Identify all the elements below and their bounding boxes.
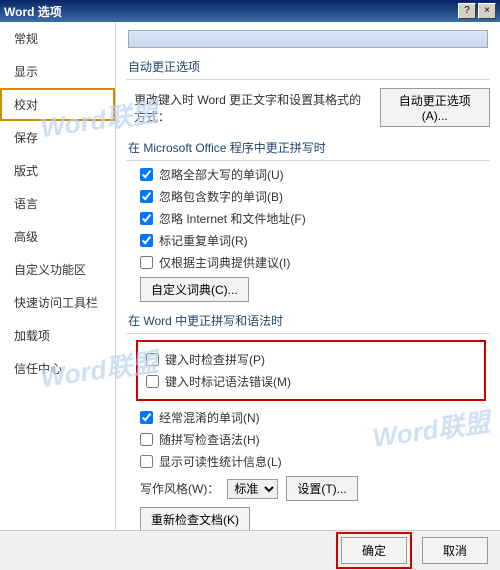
writing-style-select[interactable]: 标准 xyxy=(227,479,278,499)
sidebar-item-language[interactable]: 语言 xyxy=(0,187,115,220)
sidebar: 常规 显示 校对 保存 版式 语言 高级 自定义功能区 快速访问工具栏 加载项 … xyxy=(0,22,116,530)
sidebar-item-addins[interactable]: 加载项 xyxy=(0,319,115,352)
readability-label: 显示可读性统计信息(L) xyxy=(159,453,282,470)
close-button[interactable]: × xyxy=(478,3,496,19)
main-dict-only-label: 仅根据主词典提供建议(I) xyxy=(159,254,290,271)
flag-repeated-label: 标记重复单词(R) xyxy=(159,232,248,249)
dialog-body: 常规 显示 校对 保存 版式 语言 高级 自定义功能区 快速访问工具栏 加载项 … xyxy=(0,22,500,530)
autocorrect-row: 更改键入时 Word 更正文字和设置其格式的方式： 自动更正选项(A)... xyxy=(134,88,490,127)
titlebar: Word 选项 ? × xyxy=(0,0,500,22)
readability-checkbox[interactable] xyxy=(140,455,153,468)
ignore-uppercase-checkbox[interactable] xyxy=(140,168,153,181)
sidebar-item-proofing[interactable]: 校对 xyxy=(0,88,115,121)
sidebar-item-customize-ribbon[interactable]: 自定义功能区 xyxy=(0,253,115,286)
sidebar-item-qat[interactable]: 快速访问工具栏 xyxy=(0,286,115,319)
ignore-uppercase-label: 忽略全部大写的单词(U) xyxy=(159,166,284,183)
check-spelling-checkbox[interactable] xyxy=(146,353,159,366)
dialog-title: Word 选项 xyxy=(4,3,62,20)
cancel-button[interactable]: 取消 xyxy=(422,537,488,564)
mark-grammar-label: 键入时标记语法错误(M) xyxy=(165,373,291,390)
sidebar-item-layout[interactable]: 版式 xyxy=(0,154,115,187)
flag-repeated-checkbox[interactable] xyxy=(140,234,153,247)
autocorrect-options-button[interactable]: 自动更正选项(A)... xyxy=(380,88,490,127)
confused-words-label: 经常混淆的单词(N) xyxy=(159,409,260,426)
sidebar-item-trust[interactable]: 信任中心 xyxy=(0,352,115,385)
ignore-numbers-checkbox[interactable] xyxy=(140,190,153,203)
titlebar-buttons: ? × xyxy=(458,3,496,19)
mark-grammar-checkbox[interactable] xyxy=(146,375,159,388)
sidebar-item-save[interactable]: 保存 xyxy=(0,121,115,154)
check-spelling-label: 键入时检查拼写(P) xyxy=(165,351,265,368)
ignore-internet-checkbox[interactable] xyxy=(140,212,153,225)
section-office-title: 在 Microsoft Office 程序中更正拼写时 xyxy=(126,135,490,161)
main-dict-only-checkbox[interactable] xyxy=(140,256,153,269)
spell-highlight-box: 键入时检查拼写(P) 键入时标记语法错误(M) xyxy=(136,340,486,401)
section-icon-strip xyxy=(128,30,488,48)
sidebar-item-advanced[interactable]: 高级 xyxy=(0,220,115,253)
ignore-internet-label: 忽略 Internet 和文件地址(F) xyxy=(159,210,306,227)
settings-button[interactable]: 设置(T)... xyxy=(286,476,357,501)
grammar-with-spelling-checkbox[interactable] xyxy=(140,433,153,446)
sidebar-item-display[interactable]: 显示 xyxy=(0,55,115,88)
sidebar-item-general[interactable]: 常规 xyxy=(0,22,115,55)
section-word-title: 在 Word 中更正拼写和语法时 xyxy=(126,308,490,334)
writing-style-label: 写作风格(W)： xyxy=(140,480,219,497)
recheck-button[interactable]: 重新检查文档(K) xyxy=(140,507,250,530)
help-button[interactable]: ? xyxy=(458,3,476,19)
ok-highlight: 确定 xyxy=(336,532,412,569)
ok-button[interactable]: 确定 xyxy=(341,537,407,564)
content-pane: 自动更正选项 更改键入时 Word 更正文字和设置其格式的方式： 自动更正选项(… xyxy=(116,22,500,530)
autocorrect-desc: 更改键入时 Word 更正文字和设置其格式的方式： xyxy=(134,91,372,125)
custom-dict-button[interactable]: 自定义词典(C)... xyxy=(140,277,249,302)
confused-words-checkbox[interactable] xyxy=(140,411,153,424)
ignore-numbers-label: 忽略包含数字的单词(B) xyxy=(159,188,283,205)
section-autocorrect-title: 自动更正选项 xyxy=(126,54,490,80)
bottom-bar: 确定 取消 xyxy=(0,530,500,570)
grammar-with-spelling-label: 随拼写检查语法(H) xyxy=(159,431,260,448)
